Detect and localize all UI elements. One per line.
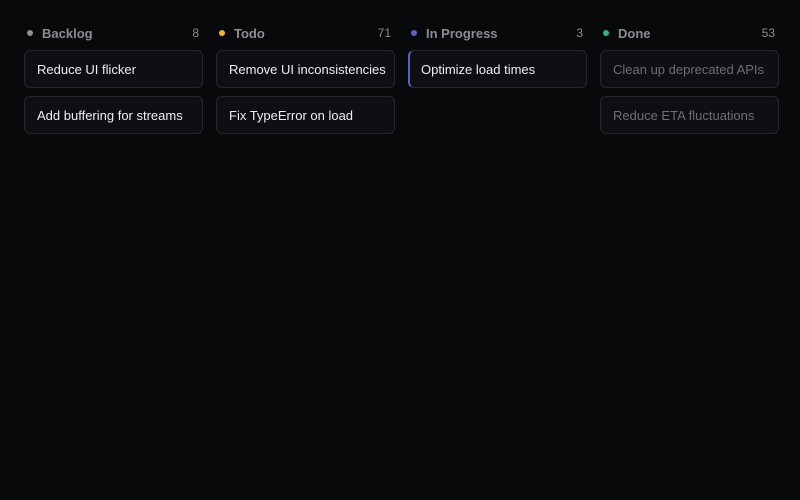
task-card[interactable]: Remove UI inconsistencies xyxy=(216,50,395,88)
status-dot-icon xyxy=(27,30,33,36)
status-dot-icon xyxy=(411,30,417,36)
status-dot-icon xyxy=(219,30,225,36)
column-header-in-progress[interactable]: In Progress 3 xyxy=(408,24,587,42)
column-header-backlog[interactable]: Backlog 8 xyxy=(24,24,203,42)
column-title: Backlog xyxy=(42,25,93,41)
column-title: Done xyxy=(618,25,651,41)
status-dot-icon xyxy=(603,30,609,36)
column-in-progress: In Progress 3 Optimize load times xyxy=(408,24,587,142)
column-backlog: Backlog 8 Reduce UI flicker Add bufferin… xyxy=(24,24,203,142)
task-card-done[interactable]: Reduce ETA fluctuations xyxy=(600,96,779,134)
column-count: 71 xyxy=(377,26,391,40)
column-title: Todo xyxy=(234,25,265,41)
column-todo: Todo 71 Remove UI inconsistencies Fix Ty… xyxy=(216,24,395,142)
column-count: 3 xyxy=(576,26,583,40)
column-title: In Progress xyxy=(426,25,498,41)
column-done: Done 53 Clean up deprecated APIs Reduce … xyxy=(600,24,779,142)
column-header-done[interactable]: Done 53 xyxy=(600,24,779,42)
task-card[interactable]: Fix TypeError on load xyxy=(216,96,395,134)
task-card[interactable]: Reduce UI flicker xyxy=(24,50,203,88)
column-count: 8 xyxy=(192,26,199,40)
kanban-board: Backlog 8 Reduce UI flicker Add bufferin… xyxy=(24,24,779,142)
task-card-selected[interactable]: Optimize load times xyxy=(408,50,587,88)
task-card[interactable]: Add buffering for streams xyxy=(24,96,203,134)
task-card-done[interactable]: Clean up deprecated APIs xyxy=(600,50,779,88)
column-header-todo[interactable]: Todo 71 xyxy=(216,24,395,42)
column-count: 53 xyxy=(761,26,775,40)
